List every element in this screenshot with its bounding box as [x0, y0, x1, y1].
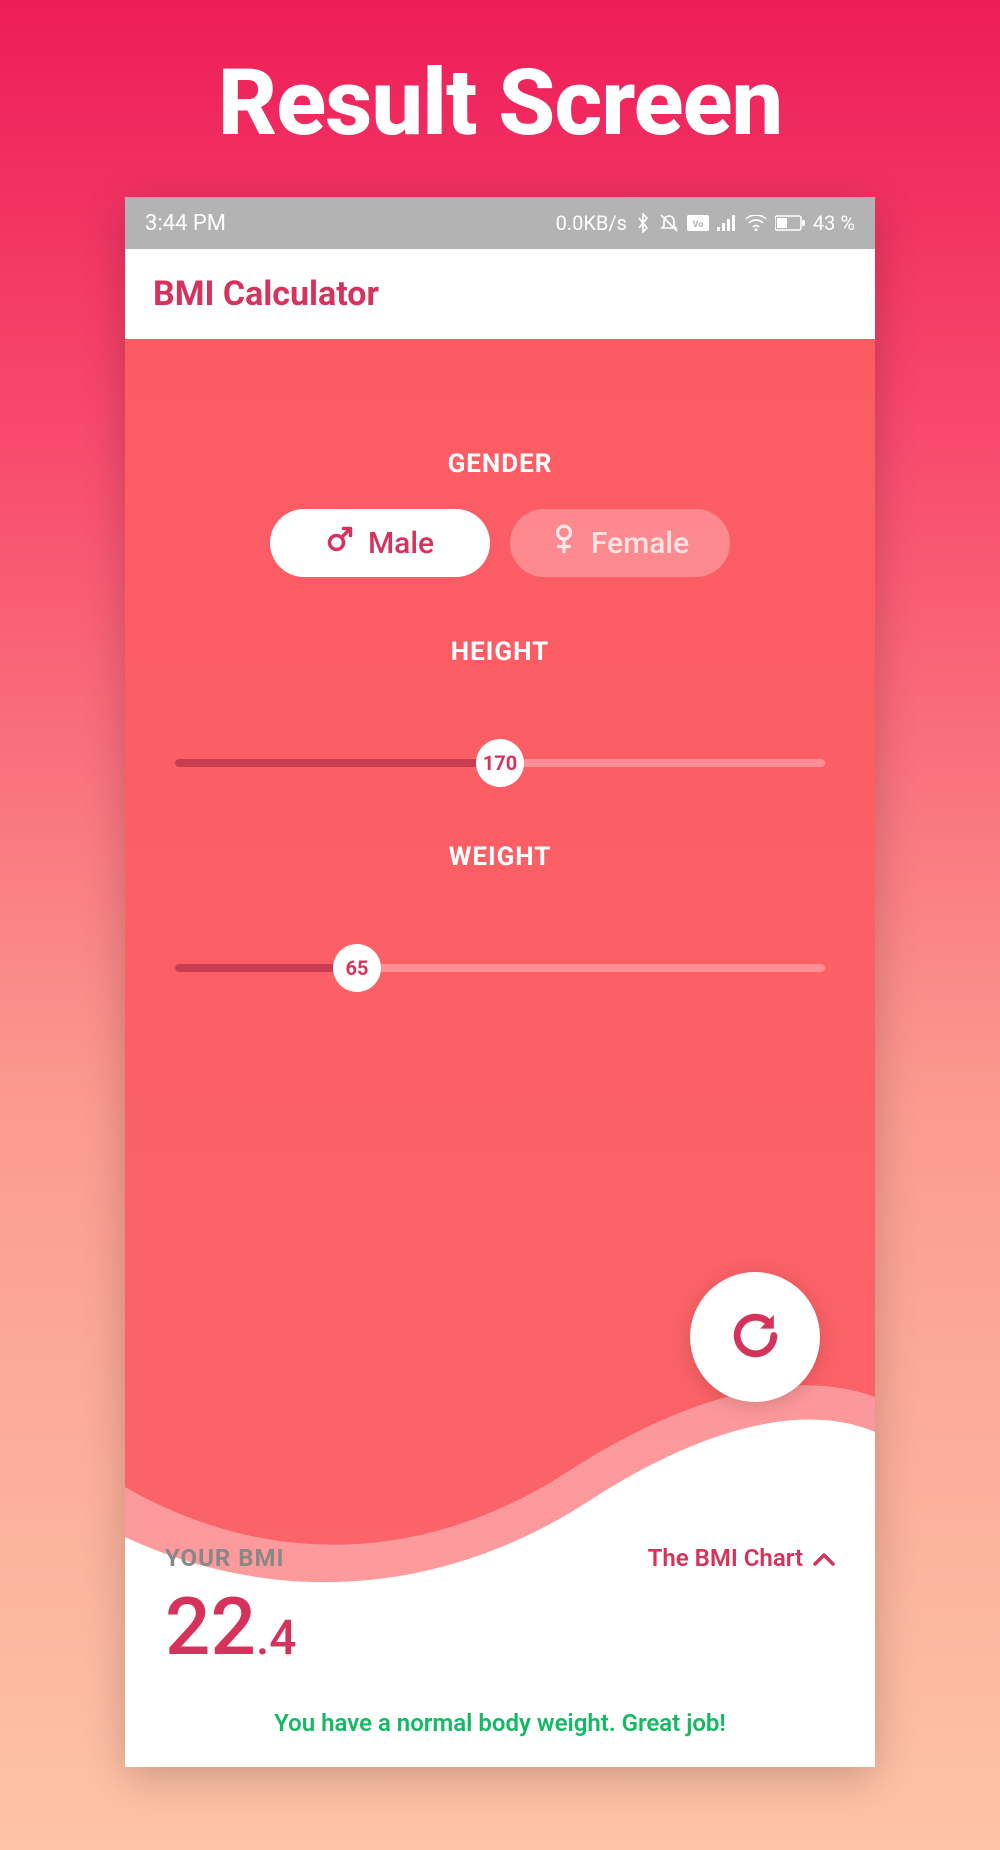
chevron-up-icon [813, 1544, 835, 1572]
height-label: HEIGHT [125, 637, 875, 667]
bluetooth-icon [635, 213, 651, 233]
weight-slider-thumb[interactable]: 65 [333, 944, 381, 992]
gender-label: GENDER [125, 449, 875, 479]
weight-label: WEIGHT [125, 842, 875, 872]
height-slider-fill [175, 759, 500, 767]
status-bar: 3:44 PM 0.0KB/s Vo 43 % [125, 197, 875, 249]
weight-section: WEIGHT 65 [125, 842, 875, 992]
bmi-chart-link[interactable]: The BMI Chart [648, 1544, 835, 1572]
gender-male-label: Male [368, 526, 434, 561]
alarm-off-icon [659, 213, 679, 233]
gender-female-label: Female [591, 526, 689, 561]
weight-slider[interactable]: 65 [175, 942, 825, 992]
gender-toggle: Male Female [125, 509, 875, 577]
phone-frame: 3:44 PM 0.0KB/s Vo 43 % BMI Ca [125, 197, 875, 1767]
app-bar: BMI Calculator [125, 249, 875, 339]
svg-text:Vo: Vo [693, 220, 704, 230]
refresh-icon [728, 1308, 783, 1367]
bmi-decimal: .4 [256, 1609, 297, 1666]
weight-slider-fill [175, 964, 357, 972]
gender-female-button[interactable]: Female [510, 509, 730, 577]
status-time: 3:44 PM [145, 211, 226, 236]
app-title: BMI Calculator [153, 274, 379, 314]
battery-icon [775, 215, 805, 231]
wifi-icon [745, 215, 767, 231]
height-slider[interactable]: 170 [175, 737, 825, 787]
status-data-rate: 0.0KB/s [556, 211, 627, 235]
main-content: GENDER Male Female HEIGHT [125, 339, 875, 1767]
bmi-chart-link-text: The BMI Chart [648, 1544, 803, 1572]
male-icon [326, 525, 354, 561]
status-right: 0.0KB/s Vo 43 % [556, 211, 855, 235]
result-message: You have a normal body weight. Great job… [165, 1709, 835, 1737]
your-bmi-label: YOUR BMI [165, 1544, 285, 1572]
result-area: YOUR BMI The BMI Chart 22 .4 You have a … [125, 1544, 875, 1767]
page-title: Result Screen [218, 50, 782, 157]
height-section: HEIGHT 170 [125, 637, 875, 787]
result-wave-container: YOUR BMI The BMI Chart 22 .4 You have a … [125, 1247, 875, 1767]
female-icon [551, 524, 577, 562]
refresh-button[interactable] [690, 1272, 820, 1402]
signal-icon [717, 215, 737, 231]
height-slider-thumb[interactable]: 170 [476, 739, 524, 787]
gender-male-button[interactable]: Male [270, 509, 490, 577]
bmi-integer: 22 [165, 1580, 256, 1674]
result-header: YOUR BMI The BMI Chart [165, 1544, 835, 1572]
bmi-value: 22 .4 [165, 1580, 835, 1674]
gender-section: GENDER Male Female [125, 339, 875, 577]
status-battery-pct: 43 % [813, 211, 855, 235]
volte-icon: Vo [687, 215, 709, 231]
